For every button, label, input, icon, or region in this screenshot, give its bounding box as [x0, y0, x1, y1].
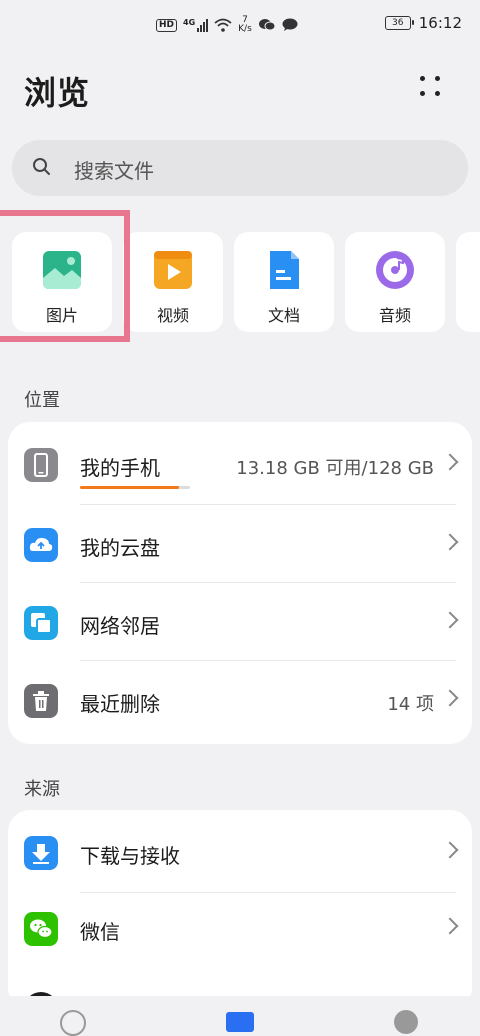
browse-tab-folder-icon[interactable]	[226, 1012, 254, 1032]
category-audio[interactable]: 音频	[345, 232, 445, 332]
category-documents[interactable]: 文档	[234, 232, 334, 332]
storage-usage-fill	[80, 486, 179, 489]
signal-icon	[197, 18, 209, 32]
source-downloads[interactable]: 下载与接收	[8, 814, 472, 892]
search-icon	[33, 158, 50, 175]
locations-card: 我的手机 13.18 GB 可用/128 GB 我的云盘 网络邻居 最近删除 1…	[8, 422, 472, 744]
chevron-right-icon	[441, 841, 459, 859]
category-videos[interactable]: 视频	[123, 232, 223, 332]
highlight-annotation	[0, 210, 130, 342]
row-value: 14 项	[387, 694, 434, 715]
row-label: 我的云盘	[80, 536, 160, 560]
net-speed-unit: K/s	[238, 24, 252, 34]
page-title: 浏览	[24, 74, 91, 112]
status-bar: HD 4G 7 K/s 36 16:12	[0, 0, 480, 52]
hd-badge: HD	[156, 18, 178, 32]
video-icon	[154, 251, 192, 289]
row-label: 微信	[80, 920, 120, 944]
divider	[80, 582, 456, 583]
battery-level: 36	[392, 18, 404, 28]
category-label: 文档	[267, 306, 300, 325]
status-icons: HD 4G 7 K/s	[156, 16, 298, 34]
location-my-phone[interactable]: 我的手机 13.18 GB 可用/128 GB	[8, 426, 472, 504]
source-wechat[interactable]: 微信	[8, 890, 472, 968]
chevron-right-icon	[441, 453, 459, 471]
cloud-icon	[24, 528, 58, 562]
chevron-right-icon	[441, 917, 459, 935]
trash-icon	[24, 684, 58, 718]
wechat-notification-icon	[258, 19, 276, 31]
search-input[interactable]: 搜索文件	[74, 155, 154, 184]
network-icon	[24, 606, 58, 640]
section-title-sources: 来源	[24, 779, 60, 800]
sources-card: 下载与接收 微信	[8, 810, 472, 1010]
wechat-icon	[24, 912, 58, 946]
row-label: 网络邻居	[80, 614, 160, 638]
document-icon	[270, 251, 299, 289]
chevron-right-icon	[441, 689, 459, 707]
message-notification-icon	[282, 18, 298, 31]
status-right: 36 16:12	[384, 14, 462, 32]
bottom-navigation	[0, 996, 480, 1036]
chevron-right-icon	[441, 533, 459, 551]
category-more-partial[interactable]	[456, 232, 480, 332]
divider	[80, 660, 456, 661]
phone-icon	[24, 448, 58, 482]
row-label: 下载与接收	[80, 844, 180, 868]
category-label: 音频	[378, 306, 411, 325]
network-type: 4G	[183, 17, 196, 27]
storage-usage-bar	[80, 486, 190, 489]
divider	[80, 504, 456, 505]
row-label: 最近删除	[80, 692, 160, 716]
section-title-locations: 位置	[24, 390, 60, 411]
download-icon	[24, 836, 58, 870]
location-network-neighborhood[interactable]: 网络邻居	[8, 584, 472, 662]
battery-icon: 36	[384, 16, 414, 30]
location-recently-deleted[interactable]: 最近删除 14 项	[8, 662, 472, 740]
search-bar[interactable]: 搜索文件	[12, 140, 468, 196]
category-label: 视频	[156, 306, 189, 325]
net-speed: 7 K/s	[238, 16, 252, 34]
audio-icon	[376, 251, 414, 289]
clock: 16:12	[418, 14, 462, 32]
wifi-icon	[214, 18, 232, 32]
row-value: 13.18 GB 可用/128 GB	[236, 458, 434, 479]
chevron-right-icon	[441, 611, 459, 629]
more-options-button[interactable]	[418, 74, 446, 102]
recent-tab-icon[interactable]	[60, 1010, 86, 1036]
location-my-cloud[interactable]: 我的云盘	[8, 506, 472, 584]
profile-tab-icon[interactable]	[394, 1010, 418, 1034]
row-label: 我的手机	[80, 456, 160, 480]
